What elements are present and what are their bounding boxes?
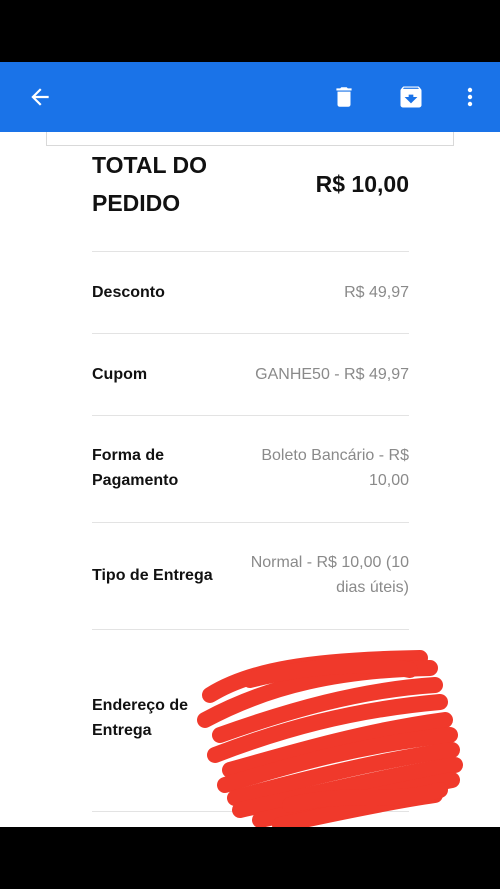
discount-label: Desconto [92,284,165,301]
discount-value: R$ 49,97 [344,284,409,301]
payment-value-line1: Boleto Bancário - R$ [261,447,409,464]
total-row: TOTAL DO PEDIDO R$ 10,00 [92,132,409,252]
payment-label-line2: Pagamento [92,472,179,489]
total-value: R$ 10,00 [315,171,409,197]
delivery-type-row: Tipo de Entrega Normal - R$ 10,00 (10 di… [92,523,409,630]
payment-value-line2: 10,00 [368,472,409,489]
arrow-left-icon[interactable] [18,62,62,132]
delivery-type-value: Normal - R$ 10,00 (10 dias úteis) [251,550,409,600]
payment-label: Forma de Pagamento [92,443,178,493]
payment-label-line1: Forma de [92,447,165,464]
delivery-type-value-line1: Normal - R$ 10,00 (10 [250,554,409,571]
delivery-type-label: Tipo de Entrega [92,567,213,584]
more-vert-icon[interactable] [452,62,488,132]
navigation-bar [0,827,500,889]
app-bar [0,62,500,132]
delivery-address-label-line2: Entrega [92,722,152,739]
coupon-row: Cupom GANHE50 - R$ 49,97 [92,334,409,416]
total-label-line1: TOTAL DO [92,152,207,178]
total-label: TOTAL DO PEDIDO [92,146,232,222]
payment-value: Boleto Bancário - R$ 10,00 [261,443,409,493]
status-bar [0,0,500,62]
delivery-address-label: Endereço de Entrega [92,693,188,743]
trash-icon[interactable] [322,62,366,132]
payment-row: Forma de Pagamento Boleto Bancário - R$ … [92,416,409,523]
coupon-value: GANHE50 - R$ 49,97 [255,366,409,383]
redaction-scribble [197,650,463,830]
delivery-type-value-line2: dias úteis) [336,579,409,596]
total-label-line2: PEDIDO [92,190,181,216]
coupon-label: Cupom [92,366,148,383]
discount-row: Desconto R$ 49,97 [92,252,409,334]
archive-icon[interactable] [389,62,433,132]
delivery-address-label-line1: Endereço de [92,697,189,714]
